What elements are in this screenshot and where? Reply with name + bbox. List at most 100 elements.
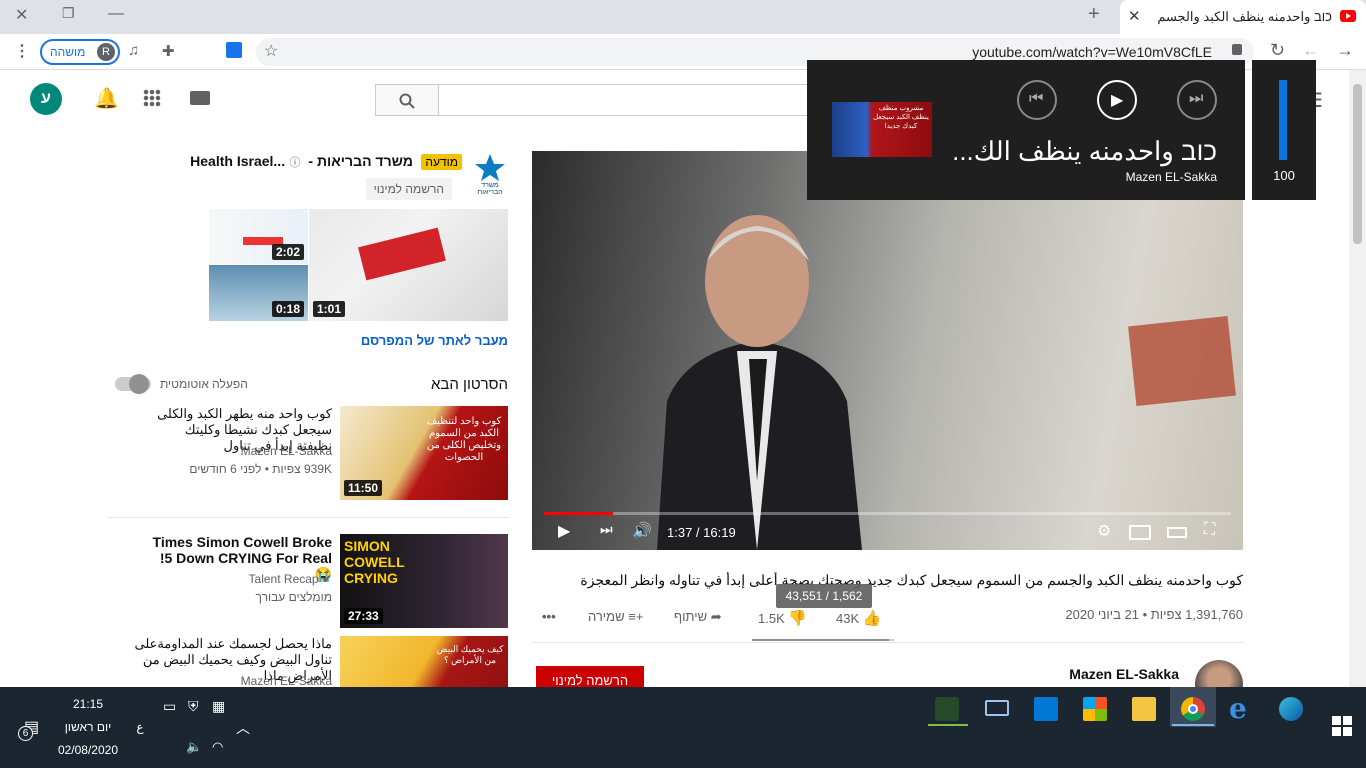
like-button[interactable]: 43K 👍 [836, 609, 881, 627]
close-window-icon[interactable]: ✕ [15, 5, 28, 25]
internet-explorer-icon[interactable]: e [1229, 692, 1247, 725]
progress-bar[interactable] [544, 512, 1231, 515]
next-button-icon[interactable]: ⏭ [600, 521, 613, 538]
dislike-button[interactable]: 1.5K 👎 [758, 609, 807, 627]
clock-day[interactable]: יום ראשון [58, 720, 118, 734]
recommendation-item[interactable]: كوب واحد لتنظيف الكبد من السموم وتخليص ا… [110, 406, 510, 502]
profile-avatar: R [97, 43, 115, 61]
rec-thumbnail[interactable]: SIMON COWELL CRYING 27:33 [340, 534, 508, 628]
profile-button[interactable]: מושהה R [40, 39, 120, 65]
extensions-puzzle-icon[interactable]: ✚ [162, 42, 175, 60]
upnext-header: הסרטון הבא [430, 376, 508, 393]
theater-mode-icon[interactable] [1167, 527, 1187, 538]
rec-duration: 27:33 [344, 608, 383, 624]
next-track-button[interactable]: ⏭ [1177, 80, 1217, 120]
tray-expand-chevron-icon[interactable]: ︿ [236, 718, 250, 738]
divider [532, 642, 1243, 643]
action-center-button[interactable]: ▤ 6 [18, 717, 48, 745]
ad-thumbnail-1[interactable]: 2:02 [209, 209, 308, 264]
share-button[interactable]: שיתוף ➦ [674, 609, 722, 625]
tray-app-icon[interactable]: ▦ [212, 698, 225, 715]
rec-channel[interactable]: Mazen EL-Sakka [148, 444, 332, 458]
ad-thumbnail-3[interactable]: 0:18 [209, 265, 308, 321]
browser-tab[interactable]: כוב واحدمنه ينظف الكبد والجسم ✕ [1120, 0, 1366, 34]
ad-thumb-graphic [358, 227, 446, 281]
rec-thumbnail[interactable]: كيف يحميك البيض من الأمراض ؟ [340, 636, 508, 687]
autoplay-toggle[interactable] [115, 374, 151, 394]
ad-thumbnail-2[interactable]: 1:01 [309, 209, 508, 321]
rec-thumbnail[interactable]: كوب واحد لتنظيف الكبد من السموم وتخليص ا… [340, 406, 508, 500]
clock-time[interactable]: 21:15 [58, 697, 118, 711]
rec-duration: 11:50 [344, 480, 383, 496]
visit-advertiser-link[interactable]: מעבר לאתר של המפרסם [361, 333, 508, 348]
fullscreen-icon[interactable]: ⛶ [1204, 521, 1215, 539]
star-logo-icon [475, 154, 505, 181]
time-display: 1:37 / 16:19 [667, 525, 736, 540]
ad-channel-name[interactable]: משרד הבריאות - Health Israel... [190, 153, 413, 169]
tray-wifi-icon[interactable]: ◠ [212, 739, 223, 755]
play-pause-button[interactable]: ▶ [1097, 80, 1137, 120]
forward-arrow-icon[interactable]: → [1336, 40, 1354, 61]
like-ratio-bar [752, 639, 894, 641]
miniplayer-icon[interactable] [1129, 525, 1151, 540]
volume-track[interactable] [1279, 80, 1287, 160]
tray-security-icon[interactable]: ⛨ [188, 698, 199, 715]
channel-name[interactable]: Mazen EL-Sakka [1069, 666, 1179, 682]
clock-date[interactable]: 02/08/2020 [58, 743, 118, 757]
search-input[interactable] [439, 84, 839, 116]
settings-gear-icon[interactable]: ⚙ [1097, 521, 1111, 541]
taskbar-app-icon[interactable] [935, 697, 959, 721]
media-overlay: مشروب منظف ينظف الكبد سيجعل كبدك جديدا ⏮… [807, 60, 1245, 200]
notifications-bell-icon[interactable]: 🔔 [94, 86, 119, 111]
mail-icon[interactable] [1034, 697, 1058, 721]
windows-taskbar [0, 687, 1366, 768]
keyboard-icon[interactable] [985, 700, 1009, 716]
play-button-icon[interactable]: ▶ [558, 521, 570, 541]
back-arrow-icon[interactable]: ← [1302, 40, 1320, 61]
windows-start-icon[interactable] [1332, 716, 1352, 736]
tray-battery-icon[interactable]: ▭ [163, 698, 176, 715]
store-icon[interactable] [1083, 697, 1107, 721]
info-icon[interactable]: ⓘ [290, 157, 301, 169]
search-extension-icon[interactable] [226, 42, 242, 58]
previous-track-button[interactable]: ⏮ [1017, 80, 1057, 120]
user-avatar[interactable]: ע [30, 83, 62, 115]
divider [107, 517, 510, 518]
rec-thumb-text: كيف يحميك البيض من الأمراض ؟ [436, 644, 504, 665]
apps-grid-icon[interactable] [143, 89, 161, 107]
video-player[interactable]: ▶ ⏭ 🔊 1:37 / 16:19 ⚙ ⛶ [532, 151, 1243, 550]
close-tab-icon[interactable]: ✕ [1128, 7, 1141, 25]
file-explorer-icon[interactable] [1132, 697, 1156, 721]
ad-channel-logo[interactable]: משרד הבריאות [470, 152, 510, 198]
tray-volume-icon[interactable]: 🔈 [186, 739, 202, 755]
rec-channel[interactable]: Mazen EL-Sakka [148, 674, 332, 687]
minimize-window-icon[interactable]: — [108, 5, 124, 23]
new-tab-icon[interactable]: + [1088, 3, 1100, 26]
create-video-icon[interactable] [190, 91, 210, 105]
ad-thumb-duration: 0:18 [271, 301, 304, 317]
save-button[interactable]: שמירה ≡+ [588, 609, 643, 624]
restore-window-icon[interactable]: ❐ [62, 5, 75, 22]
ad-subscribe-button[interactable]: הרשמה למינוי [365, 178, 452, 200]
chrome-icon[interactable] [1181, 697, 1205, 721]
search-button[interactable] [375, 84, 439, 116]
recommendation-item[interactable]: SIMON COWELL CRYING 27:33 Times Simon Co… [110, 534, 510, 630]
progress-fill [544, 512, 613, 515]
page-scrollbar[interactable] [1349, 70, 1366, 687]
rec-channel[interactable]: ✔ Talent Recap [148, 572, 332, 586]
scrollbar-thumb[interactable] [1353, 84, 1362, 244]
like-count: 43K [836, 611, 860, 626]
share-label: שיתוף [674, 609, 708, 624]
more-actions-button[interactable]: ••• [542, 609, 556, 624]
media-control-icon[interactable]: ♫ [128, 42, 139, 59]
reload-icon[interactable]: ↻ [1270, 40, 1285, 61]
volume-icon[interactable]: 🔊 [632, 521, 652, 541]
recommendation-item[interactable]: كيف يحميك البيض من الأمراض ؟ ماذا يحصل ل… [110, 636, 510, 687]
bookmark-star-icon[interactable]: ☆ [264, 41, 278, 61]
lock-icon[interactable] [1232, 44, 1242, 55]
edge-icon[interactable] [1279, 697, 1303, 721]
menu-kebab-icon[interactable]: ⋮ [14, 41, 30, 61]
view-count: 1,391,760 צפיות [1150, 607, 1243, 622]
input-language[interactable]: ع [132, 720, 148, 734]
save-label: שמירה [588, 609, 625, 624]
